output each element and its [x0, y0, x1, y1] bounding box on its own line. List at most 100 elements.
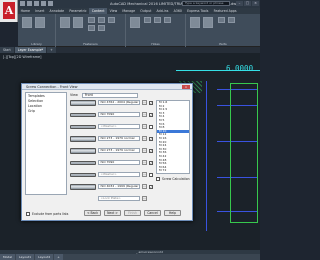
part-checkbox[interactable]: ✓: [149, 148, 153, 153]
nut-icon[interactable]: [98, 17, 105, 23]
screw-calculation-label: Screw Calculation: [162, 177, 190, 181]
part-row: <Washer> …: [70, 172, 153, 184]
ribbon-group-label: Parts: [219, 42, 227, 46]
content-library-icon[interactable]: [35, 17, 45, 28]
search-input[interactable]: Type a keyword or phrase: [182, 1, 230, 6]
autocad-logo-icon: A: [3, 2, 15, 19]
part-browse-button[interactable]: …: [142, 124, 147, 129]
part-browse-button[interactable]: …: [142, 148, 147, 153]
steel-shape-icon[interactable]: [228, 17, 235, 23]
finish-button[interactable]: Finish: [124, 210, 141, 216]
washer-icon[interactable]: [108, 17, 115, 23]
rivet-icon[interactable]: [98, 25, 105, 31]
part-row: <Washer> …: [70, 124, 153, 136]
part-checkbox[interactable]: [149, 172, 153, 177]
autocad-window: AutoCAD Mechanical 2016 LIMITED/TRIAL VE…: [0, 0, 260, 260]
spring-icon[interactable]: [203, 17, 213, 28]
close-button[interactable]: ×: [252, 1, 259, 6]
part-browse-button[interactable]: …: [142, 172, 147, 177]
part-checkbox[interactable]: ✓: [149, 112, 153, 117]
part-field[interactable]: ISO 273 - 1979 normal: [98, 136, 140, 141]
hole-icon[interactable]: [130, 17, 140, 28]
part-row: ISO 273 - 1979 normal … ✓: [70, 136, 153, 148]
part-browse-button[interactable]: …: [142, 196, 147, 201]
part-field[interactable]: <Lock Plate>: [98, 196, 140, 201]
screw-connection-dialog: Screw Connection - Front View × Template…: [21, 83, 193, 221]
pin-icon[interactable]: [88, 25, 95, 31]
save-icon[interactable]: [34, 1, 39, 6]
open-icon[interactable]: [27, 1, 32, 6]
part-field[interactable]: ISO 7090: [98, 160, 140, 165]
screw-connection-icon[interactable]: [60, 17, 70, 28]
window-controls: – □ ×: [236, 1, 259, 6]
screw-template-icon[interactable]: [73, 17, 83, 28]
back-button[interactable]: < Back: [84, 210, 101, 216]
part-field[interactable]: <Washer>: [98, 124, 140, 129]
tab-layout1[interactable]: Layout1: [16, 254, 35, 260]
quick-access-toolbar: [20, 1, 53, 6]
cancel-button[interactable]: Cancel: [144, 210, 161, 216]
part-browse-button[interactable]: …: [142, 112, 147, 117]
part-row: ISO 7090 … ✓: [70, 112, 153, 124]
bearing-icon[interactable]: [218, 17, 225, 23]
application-menu-button[interactable]: A: [0, 0, 18, 22]
minimize-button[interactable]: –: [236, 1, 243, 6]
dialog-buttons: < Back Next > Finish Cancel Help: [84, 210, 181, 216]
part-checkbox[interactable]: ✓: [149, 100, 153, 105]
dialog-navigation-tree: Templates Selection Location Grip: [25, 92, 67, 195]
ribbon-group-label: Library: [31, 42, 42, 46]
size-list[interactable]: M 1.6 M 2 M 2.5 M 3 M 4 M 5 M 6 M 8 M 10…: [156, 100, 190, 174]
screw-calculation-checkbox[interactable]: [156, 177, 160, 181]
ribbon-group-fasteners: Fasteners: [56, 14, 126, 47]
washer-preview-icon: [70, 161, 96, 165]
hole-preview-icon: [70, 148, 96, 154]
nut-preview-icon: [70, 184, 96, 190]
help-button[interactable]: Help: [164, 210, 181, 216]
bolt-icon[interactable]: [88, 17, 95, 23]
through-hole-icon[interactable]: [144, 17, 151, 23]
part-field[interactable]: ISO 4762 - 2004 (Regular Thread): [98, 100, 140, 105]
drawing-border: [230, 83, 258, 223]
tab-model[interactable]: Model: [0, 254, 16, 260]
maximize-button[interactable]: □: [244, 1, 251, 6]
tab-layout2[interactable]: Layout2: [35, 254, 54, 260]
ribbon-group-parts: Parts: [186, 14, 260, 47]
part-browse-button[interactable]: …: [142, 160, 147, 165]
redo-icon[interactable]: [48, 1, 53, 6]
new-icon[interactable]: [20, 1, 25, 6]
part-field[interactable]: ISO 7090: [98, 112, 140, 117]
dimension-text: 6.0000: [226, 64, 254, 73]
undo-icon[interactable]: [41, 1, 46, 6]
part-field[interactable]: <Washer>: [98, 172, 140, 177]
tree-item-grip[interactable]: Grip: [26, 109, 66, 114]
ribbon-panel: Library Fasteners Holes Parts: [18, 14, 260, 47]
status-bar: Model Layout1 Layout2 +: [0, 254, 260, 260]
ribbon-group-holes: Holes: [126, 14, 186, 47]
part-browse-button[interactable]: …: [142, 100, 147, 105]
library-icon[interactable]: [22, 17, 32, 28]
next-button[interactable]: Next >: [104, 210, 121, 216]
part-field[interactable]: ISO 273 - 1979 normal: [98, 148, 140, 153]
shaft-generator-icon[interactable]: [190, 17, 200, 28]
exclude-option: Exclude from parts lists: [26, 212, 68, 216]
slotted-hole-icon[interactable]: [164, 17, 171, 23]
part-checkbox[interactable]: ✓: [149, 184, 153, 189]
part-row: ISO 7090 … ✓: [70, 160, 153, 172]
part-checkbox[interactable]: ✓: [149, 136, 153, 141]
dialog-close-button[interactable]: ×: [182, 85, 190, 89]
part-row: ISO 273 - 1979 normal … ✓: [70, 148, 153, 160]
add-layout-button[interactable]: +: [54, 254, 63, 260]
part-field[interactable]: ISO 4032 - 1999 (Regular Thread): [98, 184, 140, 189]
blind-hole-icon[interactable]: [154, 17, 161, 23]
size-item[interactable]: M 72: [157, 169, 189, 173]
part-checkbox[interactable]: [149, 124, 153, 129]
title-bar: AutoCAD Mechanical 2016 LIMITED/TRIAL VE…: [0, 0, 260, 8]
ribbon-group-library: Library: [18, 14, 56, 47]
part-browse-button[interactable]: …: [142, 136, 147, 141]
view-select[interactable]: Front: [81, 92, 138, 98]
part-browse-button[interactable]: …: [142, 184, 147, 189]
part-row: ISO 4032 - 1999 (Regular Thread) … ✓: [70, 184, 153, 196]
viewport-controls[interactable]: [-][Top][2D Wireframe]: [3, 55, 41, 59]
exclude-checkbox[interactable]: [26, 212, 30, 216]
part-checkbox[interactable]: ✓: [149, 160, 153, 165]
